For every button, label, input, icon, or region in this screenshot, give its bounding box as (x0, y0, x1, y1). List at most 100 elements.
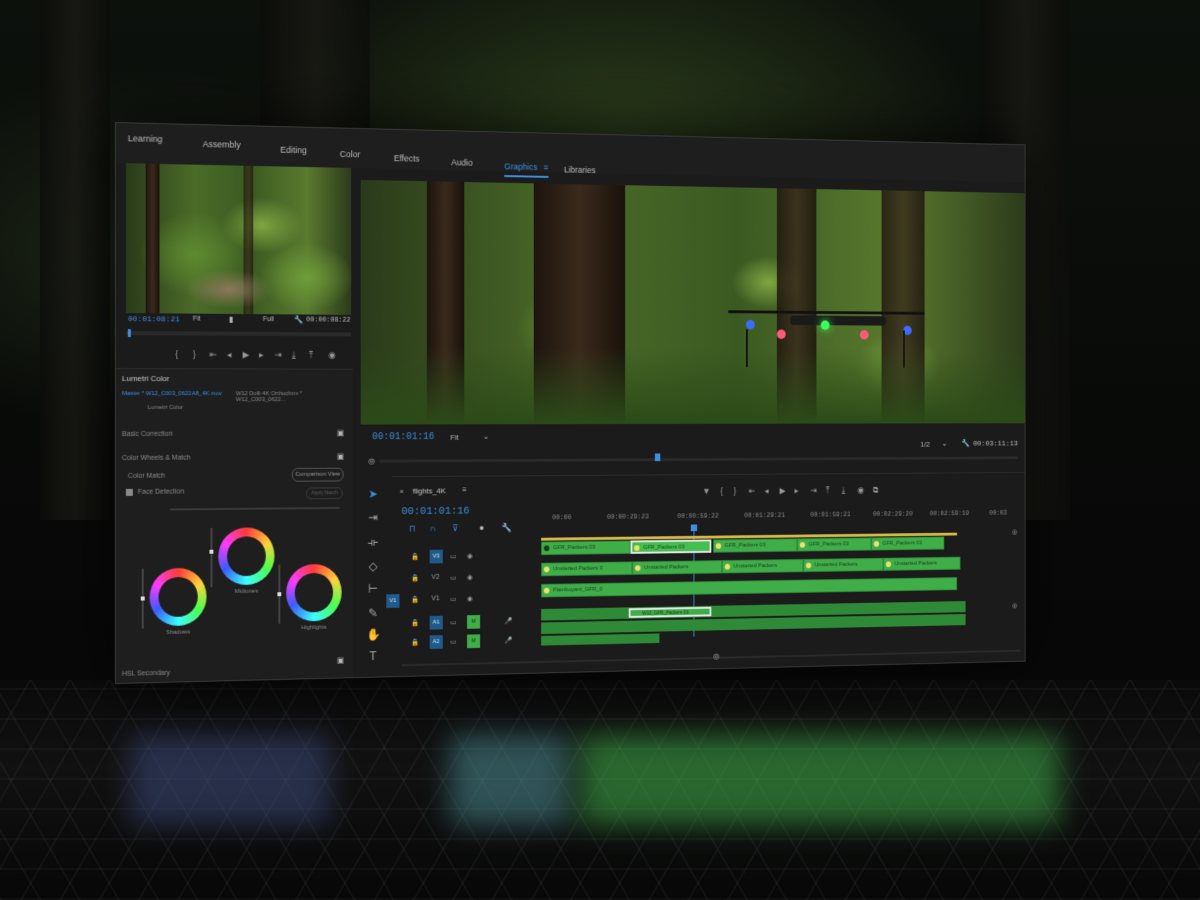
program-timecode[interactable]: 00:01:01:16 (372, 432, 434, 443)
eye-icon[interactable]: ◉ (467, 573, 473, 581)
timeline-clip[interactable]: Unstarted Packers (803, 557, 884, 573)
workspace-tab-effects[interactable]: Effects (394, 153, 420, 163)
timeline-clip[interactable]: Unstarted Packers 0 (541, 561, 633, 577)
workspace-tab-audio[interactable]: Audio (451, 157, 472, 167)
track-select-tool-icon[interactable]: ⇥ (366, 510, 379, 524)
timeline-clip[interactable]: Unstarted Packers (883, 556, 961, 571)
step-forward-icon[interactable]: ▸ (259, 350, 263, 361)
midtones-slider[interactable] (210, 527, 213, 588)
chevron-down-icon[interactable]: ⌄ (942, 439, 948, 447)
eye-icon[interactable]: ◉ (467, 552, 473, 560)
source-timecode[interactable]: 00:01:08:21 (128, 315, 180, 324)
scroll-handle-icon[interactable]: ◎ (1012, 602, 1017, 610)
shadows-slider-knob[interactable] (140, 596, 145, 601)
go-to-in-icon[interactable]: ⇤ (209, 349, 216, 360)
source-scrubber[interactable] (125, 331, 352, 337)
program-scrubber[interactable] (379, 456, 1018, 463)
midtones-wheel[interactable] (218, 527, 275, 586)
microphone-icon[interactable]: 🎤 (504, 637, 512, 645)
highlights-slider-knob[interactable] (277, 592, 282, 597)
lumetri-preset-select[interactable]: Lumetri Color (148, 405, 183, 411)
highlights-wheel[interactable] (286, 563, 342, 622)
section-toggle-icon[interactable]: ▣ (337, 452, 344, 461)
lift-icon[interactable]: ⤒ (826, 485, 829, 495)
workspace-tab-color[interactable]: Color (340, 149, 360, 159)
shadows-wheel[interactable] (149, 567, 207, 627)
mark-in-icon[interactable]: ▼ (702, 486, 710, 496)
extract-icon[interactable]: ⤓ (842, 485, 845, 495)
step-back-icon[interactable]: ◂ (765, 486, 769, 496)
timeline-clip[interactable]: Flamboyant_GFR_0 (541, 577, 958, 598)
section-toggle-icon[interactable]: ▣ (337, 656, 344, 665)
close-icon[interactable]: × (400, 487, 404, 496)
sync-lock-icon[interactable]: ▭ (450, 618, 456, 626)
selection-tool-icon[interactable]: ➤ (366, 487, 379, 501)
track-label-v2[interactable]: V2 (432, 574, 440, 581)
timeline-clip[interactable]: GFR_Packers 03 (871, 536, 945, 551)
hsl-secondary-header[interactable]: HSL Secondary (122, 670, 170, 678)
timeline-zoom-bar[interactable] (401, 649, 1021, 667)
razor-tool-icon[interactable]: ◇ (366, 559, 379, 573)
export-frame-icon[interactable]: ◉ (857, 485, 864, 495)
timeline-clip[interactable]: GFR_Packers 03 (797, 537, 872, 552)
marker-icon[interactable]: ▮ (229, 315, 233, 324)
lumetri-clip-path[interactable]: Master * W12_C003_0622A8_4K.mov (122, 391, 222, 397)
sync-lock-icon[interactable]: ▭ (450, 574, 456, 582)
pen-tool-icon[interactable]: ✎ (366, 606, 379, 620)
sequence-tab[interactable]: flights_4K (413, 487, 446, 496)
apply-match-button[interactable]: Apply Match (306, 487, 343, 500)
program-resolution-select[interactable]: 1/2 (920, 440, 930, 448)
workspace-tab-learning[interactable]: Learning (128, 133, 163, 144)
source-resolution-select[interactable]: Full (263, 316, 274, 323)
mute-a1-button[interactable]: M (467, 614, 481, 629)
mark-in-bracket-icon[interactable]: { (720, 486, 723, 495)
overwrite-icon[interactable]: ⤒ (309, 350, 313, 361)
zoom-handle-icon[interactable]: ◎ (713, 652, 719, 661)
lumetri-panel-title[interactable]: Lumetri Color (122, 374, 169, 383)
chevron-down-icon[interactable]: ⌄ (483, 432, 489, 441)
hand-tool-icon[interactable]: ✋ (366, 628, 380, 642)
source-fit-select[interactable]: Fit (193, 316, 201, 323)
sync-lock-icon[interactable]: ▭ (450, 552, 456, 560)
marker-icon[interactable]: ● (479, 523, 484, 533)
step-back-icon[interactable]: ◂ (227, 350, 231, 361)
lock-icon[interactable]: 🔒 (411, 574, 419, 582)
mark-in-icon[interactable]: { (175, 349, 178, 359)
lock-icon[interactable]: 🔒 (411, 596, 419, 604)
track-target-a2[interactable]: A2 (429, 635, 443, 650)
insert-icon[interactable]: ⤓ (292, 350, 296, 361)
track-target-v3[interactable]: V3 (429, 549, 443, 564)
timeline-clip[interactable]: GFR_Packers 03 (541, 540, 631, 556)
source-patch-a1[interactable]: A1 (429, 615, 443, 630)
wrench-icon[interactable]: 🔧 (294, 315, 304, 324)
comparison-icon[interactable]: ⧉ (873, 485, 879, 495)
menu-icon[interactable]: ≡ (462, 485, 466, 494)
workspace-tab-libraries[interactable]: Libraries (564, 165, 596, 175)
audio-clip[interactable] (541, 633, 660, 646)
eye-icon[interactable]: ◉ (467, 595, 473, 603)
track-label-v1[interactable]: V1 (432, 595, 440, 602)
mute-a2-button[interactable]: M (467, 634, 481, 649)
midtones-slider-knob[interactable] (209, 549, 214, 554)
ripple-edit-tool-icon[interactable]: ⟛ (366, 535, 379, 549)
go-to-in-icon[interactable]: ⇤ (749, 486, 756, 496)
workspace-tab-editing[interactable]: Editing (280, 145, 306, 155)
source-patch-v1[interactable]: V1 (386, 594, 400, 609)
timeline-clip[interactable]: Unstarted Packers (722, 558, 804, 574)
wheels-slider[interactable] (170, 506, 340, 511)
play-icon[interactable]: ▶ (780, 486, 786, 496)
linked-selection-icon[interactable]: ∩ (430, 524, 436, 534)
step-forward-icon[interactable]: ▸ (795, 486, 799, 496)
lock-icon[interactable]: 🔒 (411, 553, 419, 561)
workspace-menu-icon[interactable]: ≡ (543, 162, 548, 172)
export-frame-icon[interactable]: ◉ (328, 350, 336, 361)
zoom-handle-icon[interactable]: ◎ (368, 457, 375, 466)
lumetri-clip-path-2[interactable]: W12 Dolli 4K Orthochrm * W12_C003_0622..… (236, 391, 353, 403)
program-fit-select[interactable]: Fit (450, 433, 458, 442)
wrench-icon[interactable]: 🔧 (961, 439, 969, 447)
type-tool-icon[interactable]: T (366, 649, 379, 663)
workspace-tab-assembly[interactable]: Assembly (203, 139, 241, 150)
wrench-icon[interactable]: 🔧 (501, 523, 511, 534)
source-playhead[interactable] (127, 329, 131, 338)
add-marker-icon[interactable]: ⊽ (452, 523, 458, 534)
